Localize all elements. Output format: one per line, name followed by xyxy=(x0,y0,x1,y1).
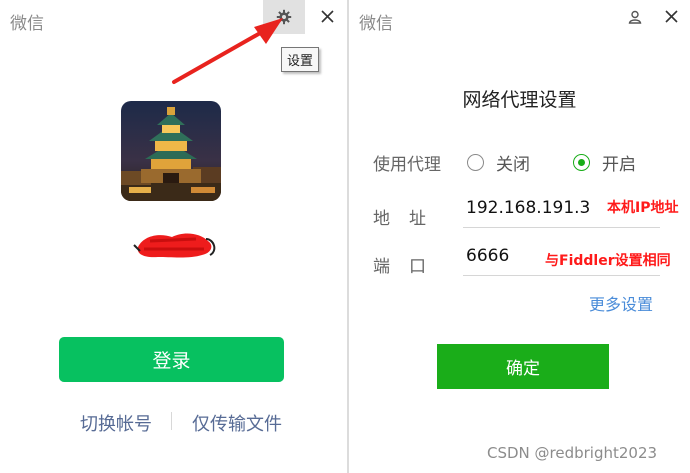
switch-account-link[interactable]: 切换帐号 xyxy=(80,410,152,436)
app-title: 微信 xyxy=(359,14,393,34)
login-window: 微信 设置 登录 切换帐号 仅传输文件 xyxy=(0,0,347,473)
page-title: 网络代理设置 xyxy=(462,89,577,111)
redacted-username xyxy=(133,233,216,258)
transfer-files-only-link[interactable]: 仅传输文件 xyxy=(192,410,282,436)
account-button[interactable] xyxy=(623,5,647,29)
proxy-settings-window: 微信 网络代理设置 使用代理 关闭 开启 地址 本机IP地址 端口 与Fiddl… xyxy=(349,0,690,473)
login-button[interactable]: 登录 xyxy=(59,337,284,382)
watermark: CSDN @redbright2023 xyxy=(487,444,658,462)
radio-circle-selected xyxy=(573,154,590,171)
use-proxy-label: 使用代理 xyxy=(373,155,441,175)
confirm-button[interactable]: 确定 xyxy=(437,344,609,389)
port-label: 端口 xyxy=(373,257,445,277)
avatar xyxy=(121,101,221,201)
proxy-off-radio[interactable]: 关闭 xyxy=(467,150,530,175)
close-button[interactable] xyxy=(658,3,684,29)
proxy-on-radio[interactable]: 开启 xyxy=(573,150,636,175)
ip-annotation: 本机IP地址 xyxy=(607,200,679,216)
port-annotation: 与Fiddler设置相同 xyxy=(545,253,671,269)
person-icon xyxy=(628,10,642,24)
radio-label: 关闭 xyxy=(496,155,530,175)
more-settings-link[interactable]: 更多设置 xyxy=(589,291,653,315)
close-icon xyxy=(664,9,678,23)
link-divider xyxy=(171,412,172,430)
radio-label: 开启 xyxy=(602,155,636,175)
address-label: 地址 xyxy=(373,209,445,229)
radio-circle xyxy=(467,154,484,171)
